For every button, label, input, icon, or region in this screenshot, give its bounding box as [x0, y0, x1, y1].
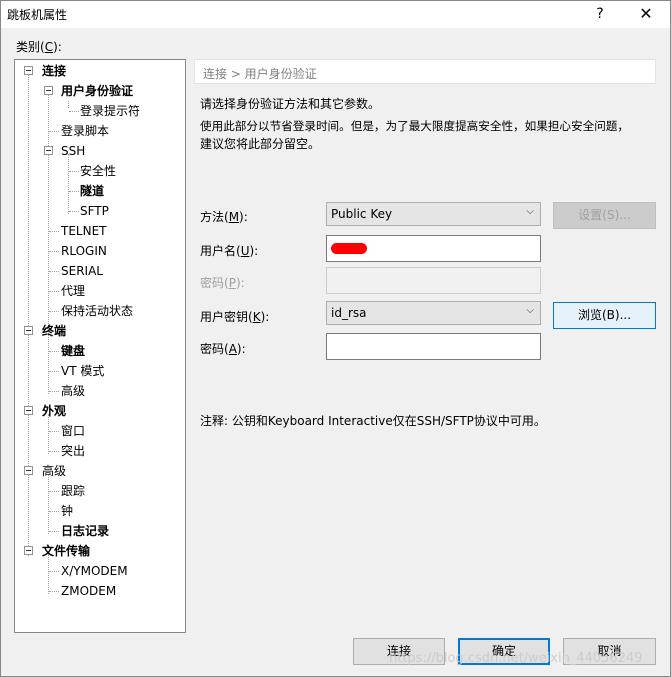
- category-label: 类别(C):: [16, 40, 62, 54]
- tree-line: [49, 251, 59, 252]
- collapse-icon[interactable]: [44, 86, 53, 95]
- password-input[interactable]: [326, 267, 541, 294]
- method-select-value: Public Key: [331, 207, 393, 221]
- tree-line: [49, 591, 59, 592]
- breadcrumb-text: 连接 > 用户身份验证: [203, 67, 317, 81]
- close-icon[interactable]: ✕: [629, 3, 663, 25]
- tree-node-login-script[interactable]: 登录脚本: [15, 122, 185, 140]
- window-title: 跳板机属性: [7, 8, 68, 22]
- tree-node-highlight[interactable]: 突出: [15, 442, 185, 460]
- settings-button[interactable]: 设置(S)...: [553, 202, 656, 229]
- panel-description-line2: 使用此部分以节省登录时间。但是，为了最大限度提高安全性，如果担心安全问题，: [200, 119, 629, 133]
- collapse-icon[interactable]: [24, 466, 33, 475]
- tree-node-sftp[interactable]: SFTP: [15, 202, 185, 220]
- tree-node-keyboard[interactable]: 键盘: [15, 342, 185, 360]
- tree-line: [49, 351, 59, 352]
- tree-node-proxy[interactable]: 代理: [15, 282, 185, 300]
- breadcrumb: 连接 > 用户身份验证: [194, 59, 656, 84]
- tree-line: [69, 211, 79, 212]
- tree-node-bell[interactable]: 钟: [15, 502, 185, 520]
- tree-node-vt-mode[interactable]: VT 模式: [15, 362, 185, 380]
- tree-line: [69, 191, 79, 192]
- tree-node-file-transfer[interactable]: 文件传输: [15, 542, 185, 560]
- tree-node-rlogin[interactable]: RLOGIN: [15, 242, 185, 260]
- tree-node-logging[interactable]: 日志记录: [15, 522, 185, 540]
- tree-node-security[interactable]: 安全性: [15, 162, 185, 180]
- tree-node-trace[interactable]: 跟踪: [15, 482, 185, 500]
- passphrase-label: 密码(A):: [200, 342, 246, 356]
- tree-line: [49, 451, 59, 452]
- tree-node-advanced[interactable]: 高级: [15, 462, 185, 480]
- tree-line: [49, 231, 59, 232]
- title-bar: 跳板机属性 ? ✕: [1, 1, 670, 28]
- username-label: 用户名(U):: [200, 244, 259, 258]
- tree-line: [49, 271, 59, 272]
- tree-node-user-auth[interactable]: 用户身份验证: [15, 82, 185, 100]
- collapse-icon[interactable]: [24, 546, 33, 555]
- tree-line: [49, 531, 59, 532]
- user-key-select[interactable]: id_rsa ⌵: [326, 301, 541, 325]
- chevron-down-icon: ⌵: [526, 206, 534, 217]
- tree-line: [49, 491, 59, 492]
- panel-description-line3: 建议您将此部分留空。: [200, 137, 321, 151]
- tree-node-connection[interactable]: 连接: [15, 62, 185, 80]
- collapse-icon[interactable]: [44, 146, 53, 155]
- category-tree[interactable]: 连接 用户身份验证 登录提示符 登录脚本 SSH 安全性 隧道 SFTP TEL…: [14, 59, 186, 633]
- tree-node-xymodem[interactable]: X/YMODEM: [15, 562, 185, 580]
- tree-line: [49, 291, 59, 292]
- tree-node-ssh[interactable]: SSH: [15, 142, 185, 160]
- method-select[interactable]: Public Key ⌵: [326, 202, 541, 226]
- chevron-down-icon: ⌵: [526, 305, 534, 316]
- tree-line: [69, 111, 79, 112]
- tree-node-terminal-advanced[interactable]: 高级: [15, 382, 185, 400]
- tree-node-login-prompt[interactable]: 登录提示符: [15, 102, 185, 120]
- tree-node-keepalive[interactable]: 保持活动状态: [15, 302, 185, 320]
- tree-node-tunnel[interactable]: 隧道: [15, 182, 185, 200]
- user-key-value: id_rsa: [331, 306, 367, 320]
- tree-line: [69, 171, 79, 172]
- tree-line: [49, 311, 59, 312]
- tree-node-terminal[interactable]: 终端: [15, 322, 185, 340]
- method-label: 方法(M):: [200, 210, 248, 224]
- tree-line: [49, 431, 59, 432]
- user-key-label: 用户密钥(K):: [200, 310, 270, 324]
- panel-description: 请选择身份验证方法和其它参数。: [200, 97, 381, 111]
- tree-line: [49, 391, 59, 392]
- username-input[interactable]: [326, 235, 541, 262]
- collapse-icon[interactable]: [24, 66, 33, 75]
- password-label: 密码(P):: [200, 276, 245, 290]
- browse-button[interactable]: 浏览(B)...: [553, 302, 656, 329]
- note-text: 注释: 公钥和Keyboard Interactive仅在SSH/SFTP协议中…: [200, 414, 546, 428]
- watermark: https://blog.csdn.net/weixin_44056249: [389, 651, 643, 666]
- help-button[interactable]: ?: [583, 3, 617, 25]
- tree-line: [49, 571, 59, 572]
- tree-node-zmodem[interactable]: ZMODEM: [15, 582, 185, 600]
- passphrase-input[interactable]: [326, 333, 541, 360]
- tree-node-telnet[interactable]: TELNET: [15, 222, 185, 240]
- collapse-icon[interactable]: [24, 326, 33, 335]
- tree-node-appearance[interactable]: 外观: [15, 402, 185, 420]
- tree-line: [49, 511, 59, 512]
- tree-line: [49, 131, 59, 132]
- redaction-mark: [331, 243, 367, 254]
- tree-node-serial[interactable]: SERIAL: [15, 262, 185, 280]
- tree-line: [49, 371, 59, 372]
- collapse-icon[interactable]: [24, 406, 33, 415]
- tree-node-window[interactable]: 窗口: [15, 422, 185, 440]
- properties-dialog: 跳板机属性 ? ✕ 类别(C): 连接 用户身份验证 登录提示符 登录脚本 SS…: [0, 0, 671, 677]
